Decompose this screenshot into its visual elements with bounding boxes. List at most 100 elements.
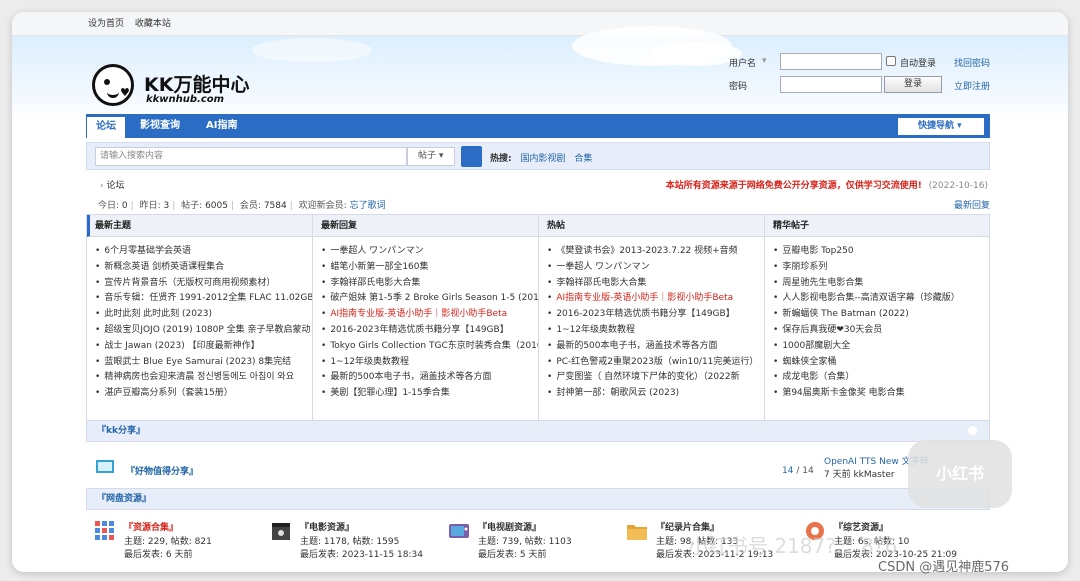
resource-cell[interactable]: 『电视剧资源』 主题: 739, 帖数: 1103 最后发表: 5 天前: [440, 516, 616, 570]
topic-link[interactable]: 成龙电影（合集）: [773, 370, 989, 386]
topic-link[interactable]: 周星驰先生电影合集: [773, 276, 989, 292]
section-kk-share[interactable]: 『kk分享』: [86, 420, 990, 442]
csdn-watermark: CSDN @遇见神鹿576: [878, 560, 1010, 575]
tab-ai-guide[interactable]: AI指南: [206, 114, 237, 138]
forum-counts: 14 / 14: [782, 466, 814, 476]
hot-search-item[interactable]: 国内影视剧: [520, 154, 565, 164]
search-button[interactable]: [461, 146, 482, 167]
topic-link[interactable]: 此时此刻 此时此刻 (2023): [95, 307, 312, 323]
topic-grid: 最新主题 6个月零基础学会英语新概念英语 剑桥英语课程集合宣传片背景音乐（无版权…: [86, 214, 990, 424]
topic-link[interactable]: 1~12年级奥数教程: [547, 323, 764, 339]
topic-link[interactable]: 最新的500本电子书，涵盖技术等各方面: [547, 339, 764, 355]
set-home-link[interactable]: 设为首页: [88, 19, 124, 29]
new-member-link[interactable]: 忘了歌词: [350, 201, 386, 211]
topic-link[interactable]: 一拳超人 ワンパンマン: [321, 244, 538, 260]
topic-link[interactable]: PC-红色警戒2重聚2023版（win10/11完美运行）: [547, 355, 764, 371]
chevron-down-icon[interactable]: ▾: [762, 56, 767, 66]
resource-name[interactable]: 『电影资源』: [300, 520, 354, 533]
column-latest-topics: 最新主题 6个月零基础学会英语新概念英语 剑桥英语课程集合宣传片背景音乐（无版权…: [87, 215, 313, 423]
topic-link[interactable]: 最新的500本电子书，涵盖技术等各方面: [321, 370, 538, 386]
topic-list: 豆瓣电影 Top250李丽珍系列周星驰先生电影合集人人影视电影合集--高清双语字…: [765, 237, 989, 402]
username-label: 用户名: [729, 59, 757, 69]
topic-link[interactable]: 李翰祥邵氏电影大合集: [321, 276, 538, 292]
site-title[interactable]: KK万能中心: [144, 70, 249, 97]
resource-cell[interactable]: 『电影资源』 主题: 1178, 帖数: 1595 最后发表: 2023-11-…: [262, 516, 438, 570]
search-bar: 请输入搜索内容 帖子 ▾ 热搜: 国内影视剧 合集: [86, 142, 990, 170]
chevron-down-icon: ▾: [957, 121, 962, 131]
resource-cell[interactable]: 『资源合集』 主题: 229, 帖数: 821 最后发表: 6 天前: [86, 516, 262, 570]
forum-total: 14: [802, 466, 814, 476]
topic-link[interactable]: 豆瓣电影 Top250: [773, 244, 989, 260]
topic-link[interactable]: 蜘蛛侠全家桶: [773, 355, 989, 371]
forum-name[interactable]: 『好物值得分享』: [126, 464, 198, 477]
topic-link[interactable]: 《樊登读书会》2013-2023.7.22 视频+音频: [547, 244, 764, 260]
topic-list: 《樊登读书会》2013-2023.7.22 视频+音频一拳超人 ワンパンマン李翰…: [539, 237, 764, 402]
column-featured: 精华帖子 豆瓣电影 Top250李丽珍系列周星驰先生电影合集人人影视电影合集--…: [765, 215, 989, 423]
topic-link[interactable]: 李丽珍系列: [773, 260, 989, 276]
logo-icon[interactable]: [92, 64, 134, 106]
section-title[interactable]: 『网盘资源』: [97, 494, 151, 504]
breadcrumb-forum[interactable]: 论坛: [106, 181, 124, 191]
topic-link[interactable]: 破产姐妹 第1-5季 2 Broke Girls Season 1-5 (201…: [321, 291, 538, 307]
stat-label: 欢迎新会员:: [298, 201, 347, 211]
site-notice: 本站所有资源来源于网络免费公开分享资源，仅供学习交流使用! (2022-10-1…: [666, 178, 988, 191]
topic-link[interactable]: 人人影视电影合集--高清双语字幕（珍藏版）: [773, 291, 989, 307]
topic-link[interactable]: 封神第一部：朝歌风云 (2023): [547, 386, 764, 402]
topic-link[interactable]: 战士 Jawan (2023) 【印度最新神作】: [95, 339, 312, 355]
search-input[interactable]: 请输入搜索内容: [95, 147, 407, 166]
collapse-icon[interactable]: [968, 426, 977, 435]
section-title[interactable]: 『kk分享』: [97, 426, 145, 436]
forum-stats: 今日: 0 | 昨日: 3 | 帖子: 6005 | 会员: 7584 | 欢迎新会员:…: [98, 201, 386, 211]
topic-link[interactable]: 2016-2023年精选优质书籍分享【149GB】: [547, 307, 764, 323]
topic-link[interactable]: Tokyo Girls Collection TGC东京时装秀合集（2010-: [321, 339, 538, 355]
resource-name[interactable]: 『资源合集』: [124, 520, 178, 533]
topic-link[interactable]: 2016-2023年精选优质书籍分享【149GB】: [321, 323, 538, 339]
notice-text[interactable]: 本站所有资源来源于网络免费公开分享资源，仅供学习交流使用!: [666, 181, 922, 191]
password-input[interactable]: [780, 76, 882, 93]
topic-link[interactable]: 音乐专辑：任贤齐 1991-2012全集 FLAC 11.02GB: [95, 291, 312, 307]
notice-date: (2022-10-16): [928, 181, 988, 191]
section-cloud-resources[interactable]: 『网盘资源』: [86, 488, 990, 510]
hot-search-item[interactable]: 合集: [574, 154, 592, 164]
topic-link[interactable]: 1~12年级奥数教程: [321, 355, 538, 371]
topic-link[interactable]: 新蝙蝠侠 The Batman (2022): [773, 307, 989, 323]
topic-link[interactable]: 第94届奥斯卡金像奖 电影合集: [773, 386, 989, 402]
tab-video-search[interactable]: 影视查询: [140, 114, 180, 138]
resource-name[interactable]: 『电视剧资源』: [478, 520, 541, 533]
topic-link[interactable]: 尸变图鉴（ 自然环境下尸体的变化）（2022新: [547, 370, 764, 386]
topic-link[interactable]: 李翰祥邵氏电影大合集: [547, 276, 764, 292]
topic-link[interactable]: AI指南专业版-英语小助手｜影视小助手Beta: [547, 291, 764, 307]
topic-link[interactable]: AI指南专业版-英语小助手｜影视小助手Beta: [321, 307, 538, 323]
topic-link[interactable]: 6个月零基础学会英语: [95, 244, 312, 260]
search-type-select[interactable]: 帖子 ▾: [407, 147, 455, 166]
username-input[interactable]: [780, 53, 882, 70]
resource-last-post: 最后发表: 2023-11-15 18:34: [300, 550, 423, 560]
topic-list: 一拳超人 ワンパンマン蜡笔小新第一部全160集李翰祥邵氏电影大合集破产姐妹 第1…: [313, 237, 538, 402]
topic-link[interactable]: 美剧【犯罪心理】1-15季合集: [321, 386, 538, 402]
topic-link[interactable]: 蜡笔小新第一部全160集: [321, 260, 538, 276]
quick-nav-button[interactable]: 快捷导航 ▾: [898, 118, 984, 135]
auto-login-checkbox[interactable]: [886, 56, 896, 66]
topic-link[interactable]: 一拳超人 ワンパンマン: [547, 260, 764, 276]
latest-reply-link[interactable]: 最新回复: [954, 198, 990, 211]
register-link[interactable]: 立即注册: [954, 79, 990, 92]
search-type-label: 帖子: [418, 151, 437, 161]
login-button[interactable]: 登录: [884, 76, 942, 93]
topic-link[interactable]: 1000部魔剧大全: [773, 339, 989, 355]
topic-link[interactable]: 蓝眼武士 Blue Eye Samurai (2023) 8集完结: [95, 355, 312, 371]
count-separator: /: [793, 466, 803, 476]
bookmark-link[interactable]: 收藏本站: [135, 19, 171, 29]
resource-counts: 主题: 1178, 帖数: 1595: [300, 537, 400, 547]
xiaohongshu-id-watermark: 小红书号 2187?... 8?6: [688, 534, 898, 558]
resource-counts: 主题: 739, 帖数: 1103: [478, 537, 572, 547]
topic-link[interactable]: 精神病房也会迎来清晨 정신병동에도 아침이 와요: [95, 370, 312, 386]
topic-link[interactable]: 湛庐豆瓣高分系列（套装15册）: [95, 386, 312, 402]
topic-link[interactable]: 超级宝贝JOJO (2019) 1080P 全集 亲子早教启蒙动: [95, 323, 312, 339]
top-bar: 设为首页 收藏本站: [12, 12, 1068, 36]
forgot-password-link[interactable]: 找回密码: [954, 56, 990, 69]
topic-link[interactable]: 保存后真我硬❤30天会员: [773, 323, 989, 339]
tab-forum[interactable]: 论坛: [86, 116, 126, 138]
topic-link[interactable]: 新概念英语 剑桥英语课程集合: [95, 260, 312, 276]
topic-link[interactable]: 宣传片背景音乐（无版权可商用视频素材）: [95, 276, 312, 292]
column-hot-posts: 热帖 《樊登读书会》2013-2023.7.22 视频+音频一拳超人 ワンパンマ…: [539, 215, 765, 423]
